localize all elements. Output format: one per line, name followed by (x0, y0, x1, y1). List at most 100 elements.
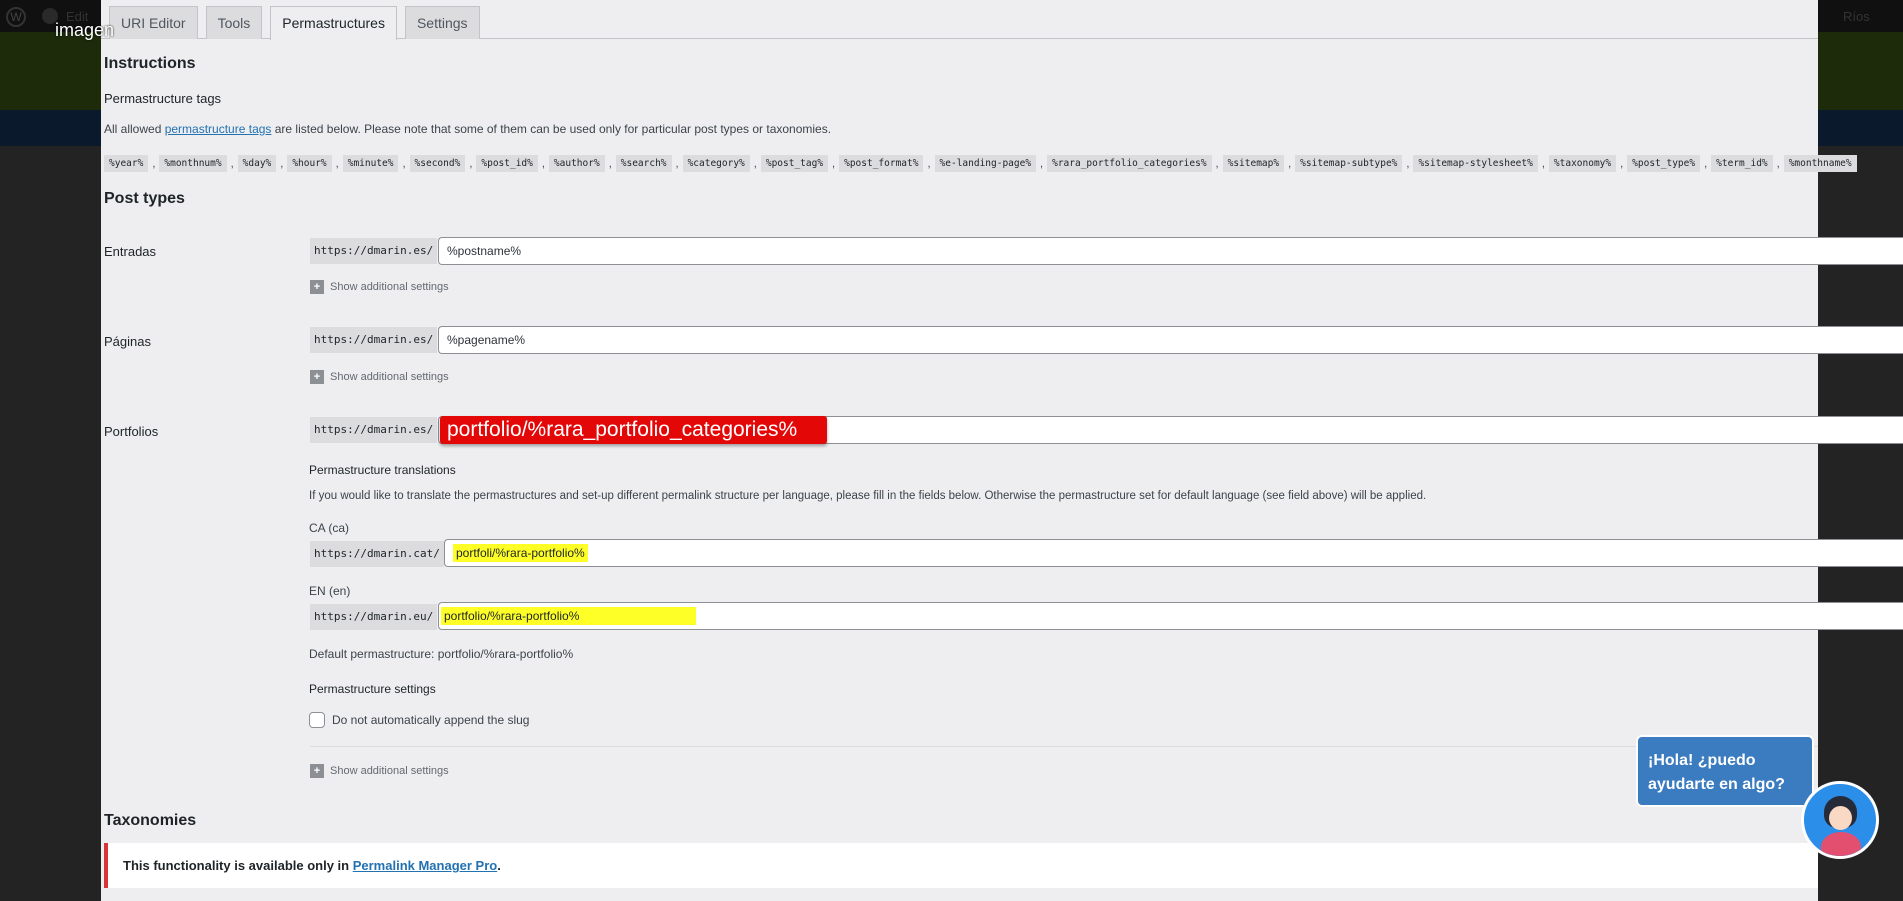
permastructure-tag: %taxonomy% (1548, 155, 1617, 172)
lang-label-ca: CA (ca) (309, 521, 350, 535)
permastructure-tag: %e-landing-page% (934, 155, 1037, 172)
lang-label-en: EN (en) (309, 584, 351, 598)
en-permastructure-input[interactable]: portfolio/%rara-portfolio% (438, 602, 1903, 630)
tab-bar: URI Editor Tools Permastructures Setting… (109, 6, 480, 40)
default-permastructure-value: portfolio/%rara-portfolio% (437, 647, 574, 661)
permastructure-tag: %author% (548, 155, 605, 172)
show-additional-label: Show additional settings (330, 281, 449, 293)
permastructure-tag: %sitemap% (1222, 155, 1285, 172)
tag-separator: , (230, 157, 234, 170)
wordpress-logo-icon: W (6, 7, 26, 27)
instructions-text: All allowed permastructure tags are list… (104, 122, 831, 136)
image-label: imagen (55, 20, 115, 40)
tag-separator: , (280, 157, 284, 170)
plus-square-icon: + (310, 764, 324, 778)
permastructure-tag: %day% (237, 155, 277, 172)
paginas-prefix: https://dmarin.es/ (310, 327, 438, 353)
entradas-prefix: https://dmarin.es/ (310, 238, 438, 264)
tag-separator: , (1040, 157, 1044, 170)
permastructure-tag: %sitemap-subtype% (1295, 155, 1403, 172)
plus-square-icon: + (310, 370, 324, 384)
row-label-paginas: Páginas (104, 334, 151, 349)
permastructure-tag: %rara_portfolio_categories% (1047, 155, 1212, 172)
show-additional-label: Show additional settings (330, 765, 449, 777)
permastructure-tag: %minute% (342, 155, 399, 172)
tag-separator: , (541, 157, 545, 170)
tag-separator: , (832, 157, 836, 170)
append-slug-label: Do not automatically append the slug (332, 713, 530, 727)
tag-separator: , (469, 157, 473, 170)
permastructure-tag: %year% (104, 155, 149, 172)
avatar-face (1829, 806, 1852, 830)
translations-description: If you would like to translate the perma… (309, 490, 1427, 502)
tag-separator: , (1704, 157, 1708, 170)
ca-value: portfoli/%rara-portfolio% (453, 544, 588, 562)
translations-title: Permastructure translations (309, 463, 456, 477)
default-permastructure-label: Default permastructure: (309, 647, 435, 661)
portfolios-prefix: https://dmarin.es/ (310, 417, 438, 443)
show-additional-label: Show additional settings (330, 371, 449, 383)
tag-separator: , (1541, 157, 1545, 170)
permastructure-tag: %monthname% (1783, 155, 1857, 172)
tag-separator: , (402, 157, 406, 170)
portfolios-highlighted-value: portfolio/%rara_portfolio_categories% (440, 416, 827, 444)
permastructure-tag: %category% (682, 155, 750, 172)
permastructure-tag: %post_id% (476, 155, 538, 172)
tag-separator: , (1406, 157, 1410, 170)
row-label-portfolios: Portfolios (104, 424, 159, 439)
ca-permastructure-input[interactable]: portfoli/%rara-portfolio% (444, 539, 1903, 567)
permastructure-tags-link[interactable]: permastructure tags (165, 122, 272, 136)
tab-permastructures[interactable]: Permastructures (270, 6, 397, 40)
avatar-body (1821, 832, 1861, 856)
tag-separator: , (152, 157, 156, 170)
permastructure-tag: %term_id% (1711, 155, 1773, 172)
row-label-entradas: Entradas (104, 244, 157, 259)
tag-separator: , (1288, 157, 1292, 170)
pro-notice: This functionality is available only in … (104, 843, 1818, 888)
entradas-show-additional[interactable]: + Show additional settings (310, 280, 449, 294)
chat-avatar-icon[interactable] (1801, 781, 1879, 859)
default-permastructure: Default permastructure: portfolio/%rara-… (309, 647, 573, 661)
post-types-title: Post types (104, 190, 185, 207)
chat-line-2: ayudarte en algo? (1648, 776, 1785, 793)
permastructure-tag: %post_tag% (760, 155, 829, 172)
ca-prefix: https://dmarin.cat/ (310, 541, 444, 567)
chat-greeting-bubble[interactable]: ¡Hola! ¿puedo ayudarte en algo? (1636, 735, 1814, 807)
tag-separator: , (608, 157, 612, 170)
tab-settings[interactable]: Settings (404, 6, 480, 39)
tab-tools[interactable]: Tools (205, 6, 263, 39)
permalink-manager-pro-link[interactable]: Permalink Manager Pro (353, 858, 498, 873)
tag-separator: , (335, 157, 339, 170)
pro-notice-text: This functionality is available only in (123, 858, 353, 873)
portfolios-show-additional[interactable]: + Show additional settings (310, 764, 449, 778)
append-slug-checkbox[interactable] (309, 712, 325, 728)
settings-title: Permastructure settings (309, 682, 436, 696)
tab-uri-editor[interactable]: URI Editor (109, 6, 198, 39)
append-slug-option: Do not automatically append the slug (309, 712, 529, 728)
instructions-text-after: are listed below. Please note that some … (271, 122, 832, 136)
section-divider (310, 746, 1818, 747)
tag-separator: , (927, 157, 931, 170)
permastructure-tag: %sitemap-stylesheet% (1413, 155, 1538, 172)
pro-notice-end: . (497, 858, 501, 873)
permastructure-tag: %second% (409, 155, 466, 172)
tag-separator: , (1776, 157, 1780, 170)
permastructure-tag: %hour% (287, 155, 332, 172)
paginas-permastructure-input[interactable]: %pagename% (438, 326, 1903, 354)
en-prefix: https://dmarin.eu/ (310, 604, 438, 630)
admin-bar-user: Ríos (1843, 9, 1870, 24)
tag-separator: , (1620, 157, 1624, 170)
tag-list: %year%, %monthnum%, %day%, %hour%, %minute%,… (104, 155, 1857, 172)
tag-separator: , (753, 157, 757, 170)
en-value: portfolio/%rara-portfolio% (441, 607, 696, 625)
instructions-text-before: All allowed (104, 122, 165, 136)
permastructure-tag: %monthnum% (159, 155, 227, 172)
paginas-show-additional[interactable]: + Show additional settings (310, 370, 449, 384)
tag-separator: , (675, 157, 679, 170)
instructions-title: Instructions (104, 55, 196, 72)
taxonomies-title: Taxonomies (104, 812, 197, 829)
entradas-permastructure-input[interactable]: %postname% (438, 237, 1903, 265)
plus-square-icon: + (310, 280, 324, 294)
tag-separator: , (1215, 157, 1219, 170)
permastructure-tags-heading: Permastructure tags (104, 91, 222, 106)
